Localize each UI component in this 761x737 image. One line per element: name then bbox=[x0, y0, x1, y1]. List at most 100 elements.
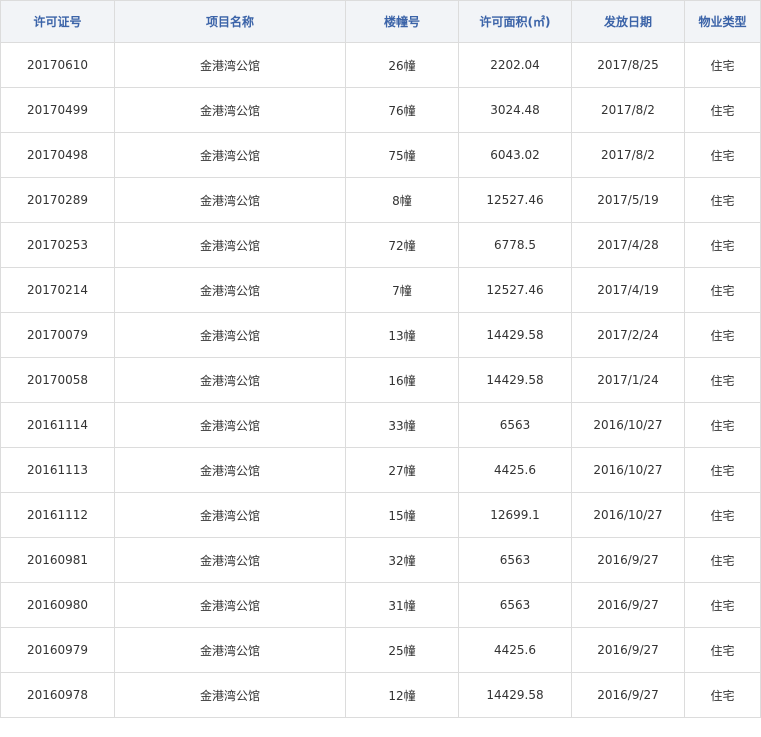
cell-project-name: 金港湾公馆 bbox=[114, 42, 346, 88]
cell-permit-no: 20170499 bbox=[0, 87, 115, 133]
cell-issue-date: 2017/8/2 bbox=[571, 87, 685, 133]
cell-project-name: 金港湾公馆 bbox=[114, 447, 346, 493]
cell-project-name: 金港湾公馆 bbox=[114, 132, 346, 178]
cell-building-no: 7幢 bbox=[345, 267, 459, 313]
cell-permit-no: 20160978 bbox=[0, 672, 115, 718]
table-row: 20170289 金港湾公馆 8幢 12527.46 2017/5/19 住宅 bbox=[0, 177, 761, 223]
cell-project-name: 金港湾公馆 bbox=[114, 627, 346, 673]
cell-property-type: 住宅 bbox=[684, 222, 761, 268]
cell-building-no: 76幢 bbox=[345, 87, 459, 133]
cell-property-type: 住宅 bbox=[684, 447, 761, 493]
cell-permit-area: 6563 bbox=[458, 537, 572, 583]
cell-project-name: 金港湾公馆 bbox=[114, 402, 346, 448]
cell-permit-area: 12527.46 bbox=[458, 177, 572, 223]
cell-property-type: 住宅 bbox=[684, 42, 761, 88]
cell-building-no: 13幢 bbox=[345, 312, 459, 358]
cell-permit-no: 20170079 bbox=[0, 312, 115, 358]
cell-permit-area: 2202.04 bbox=[458, 42, 572, 88]
table-row: 20160979 金港湾公馆 25幢 4425.6 2016/9/27 住宅 bbox=[0, 627, 761, 673]
cell-property-type: 住宅 bbox=[684, 132, 761, 178]
cell-building-no: 26幢 bbox=[345, 42, 459, 88]
cell-issue-date: 2016/10/27 bbox=[571, 402, 685, 448]
cell-issue-date: 2016/9/27 bbox=[571, 537, 685, 583]
cell-project-name: 金港湾公馆 bbox=[114, 267, 346, 313]
cell-permit-area: 4425.6 bbox=[458, 447, 572, 493]
cell-issue-date: 2017/4/19 bbox=[571, 267, 685, 313]
cell-permit-no: 20170289 bbox=[0, 177, 115, 223]
cell-project-name: 金港湾公馆 bbox=[114, 537, 346, 583]
header-issue-date[interactable]: 发放日期 bbox=[571, 0, 685, 43]
cell-property-type: 住宅 bbox=[684, 177, 761, 223]
table-row: 20161114 金港湾公馆 33幢 6563 2016/10/27 住宅 bbox=[0, 402, 761, 448]
cell-issue-date: 2016/10/27 bbox=[571, 447, 685, 493]
cell-property-type: 住宅 bbox=[684, 357, 761, 403]
cell-permit-no: 20160981 bbox=[0, 537, 115, 583]
header-building-no[interactable]: 楼幢号 bbox=[345, 0, 459, 43]
cell-permit-no: 20170058 bbox=[0, 357, 115, 403]
cell-building-no: 31幢 bbox=[345, 582, 459, 628]
cell-building-no: 16幢 bbox=[345, 357, 459, 403]
cell-permit-no: 20160979 bbox=[0, 627, 115, 673]
cell-permit-area: 14429.58 bbox=[458, 312, 572, 358]
cell-permit-area: 12527.46 bbox=[458, 267, 572, 313]
cell-building-no: 8幢 bbox=[345, 177, 459, 223]
cell-property-type: 住宅 bbox=[684, 87, 761, 133]
cell-issue-date: 2017/1/24 bbox=[571, 357, 685, 403]
cell-permit-area: 12699.1 bbox=[458, 492, 572, 538]
cell-permit-area: 6778.5 bbox=[458, 222, 572, 268]
cell-issue-date: 2016/9/27 bbox=[571, 672, 685, 718]
cell-permit-no: 20160980 bbox=[0, 582, 115, 628]
table-row: 20170253 金港湾公馆 72幢 6778.5 2017/4/28 住宅 bbox=[0, 222, 761, 268]
cell-project-name: 金港湾公馆 bbox=[114, 222, 346, 268]
cell-permit-no: 20170498 bbox=[0, 132, 115, 178]
table-row: 20170610 金港湾公馆 26幢 2202.04 2017/8/25 住宅 bbox=[0, 42, 761, 88]
table-row: 20170058 金港湾公馆 16幢 14429.58 2017/1/24 住宅 bbox=[0, 357, 761, 403]
cell-property-type: 住宅 bbox=[684, 402, 761, 448]
cell-permit-no: 20170214 bbox=[0, 267, 115, 313]
cell-property-type: 住宅 bbox=[684, 267, 761, 313]
cell-permit-no: 20161112 bbox=[0, 492, 115, 538]
cell-property-type: 住宅 bbox=[684, 492, 761, 538]
table-row: 20160978 金港湾公馆 12幢 14429.58 2016/9/27 住宅 bbox=[0, 672, 761, 718]
cell-permit-no: 20170610 bbox=[0, 42, 115, 88]
header-project-name[interactable]: 项目名称 bbox=[114, 0, 346, 43]
cell-building-no: 27幢 bbox=[345, 447, 459, 493]
table-row: 20160980 金港湾公馆 31幢 6563 2016/9/27 住宅 bbox=[0, 582, 761, 628]
header-permit-area[interactable]: 许可面积(㎡) bbox=[458, 0, 572, 43]
cell-building-no: 32幢 bbox=[345, 537, 459, 583]
cell-permit-area: 14429.58 bbox=[458, 357, 572, 403]
cell-project-name: 金港湾公馆 bbox=[114, 492, 346, 538]
cell-issue-date: 2016/9/27 bbox=[571, 582, 685, 628]
cell-permit-no: 20161114 bbox=[0, 402, 115, 448]
cell-issue-date: 2017/5/19 bbox=[571, 177, 685, 223]
table-row: 20170214 金港湾公馆 7幢 12527.46 2017/4/19 住宅 bbox=[0, 267, 761, 313]
cell-property-type: 住宅 bbox=[684, 672, 761, 718]
table-header: 许可证号 项目名称 楼幢号 许可面积(㎡) 发放日期 物业类型 bbox=[0, 0, 761, 43]
cell-issue-date: 2017/8/2 bbox=[571, 132, 685, 178]
cell-property-type: 住宅 bbox=[684, 582, 761, 628]
cell-building-no: 75幢 bbox=[345, 132, 459, 178]
table-row: 20160981 金港湾公馆 32幢 6563 2016/9/27 住宅 bbox=[0, 537, 761, 583]
cell-building-no: 33幢 bbox=[345, 402, 459, 448]
cell-project-name: 金港湾公馆 bbox=[114, 312, 346, 358]
cell-project-name: 金港湾公馆 bbox=[114, 177, 346, 223]
cell-permit-area: 14429.58 bbox=[458, 672, 572, 718]
cell-building-no: 15幢 bbox=[345, 492, 459, 538]
header-permit-no[interactable]: 许可证号 bbox=[0, 0, 115, 43]
header-property-type[interactable]: 物业类型 bbox=[684, 0, 761, 43]
cell-issue-date: 2017/4/28 bbox=[571, 222, 685, 268]
cell-property-type: 住宅 bbox=[684, 537, 761, 583]
table-row: 20170499 金港湾公馆 76幢 3024.48 2017/8/2 住宅 bbox=[0, 87, 761, 133]
table-row: 20170498 金港湾公馆 75幢 6043.02 2017/8/2 住宅 bbox=[0, 132, 761, 178]
table-body: 20170610 金港湾公馆 26幢 2202.04 2017/8/25 住宅 201704… bbox=[0, 42, 761, 718]
cell-permit-area: 6043.02 bbox=[458, 132, 572, 178]
cell-building-no: 25幢 bbox=[345, 627, 459, 673]
cell-property-type: 住宅 bbox=[684, 312, 761, 358]
cell-property-type: 住宅 bbox=[684, 627, 761, 673]
cell-issue-date: 2016/10/27 bbox=[571, 492, 685, 538]
cell-permit-area: 4425.6 bbox=[458, 627, 572, 673]
cell-building-no: 72幢 bbox=[345, 222, 459, 268]
cell-permit-no: 20161113 bbox=[0, 447, 115, 493]
cell-permit-area: 6563 bbox=[458, 582, 572, 628]
table-row: 20161113 金港湾公馆 27幢 4425.6 2016/10/27 住宅 bbox=[0, 447, 761, 493]
